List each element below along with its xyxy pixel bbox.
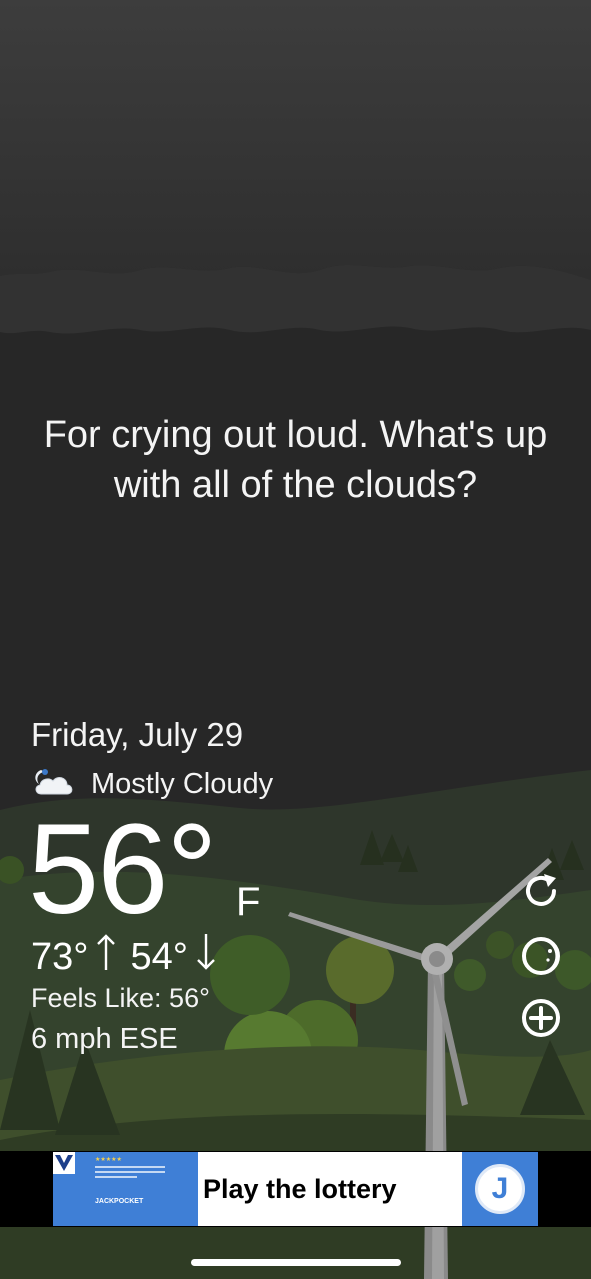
add-location-icon [520,997,562,1044]
home-indicator[interactable] [191,1259,401,1266]
high-temp: 73° [31,935,89,978]
date-label: Friday, July 29 [31,716,244,753]
ad-app-icon: J [475,1164,525,1214]
ad-cta-panel: Play the lottery [198,1152,462,1226]
add-location-button[interactable] [519,998,563,1042]
ad-promo-panel: ★★★★★ JACKPOCKET [53,1152,198,1226]
ad-brand: JACKPOCKET [95,1198,144,1205]
temperature-unit: F [236,880,261,924]
theme-button[interactable] [519,936,563,980]
ad-cta-text: Play the lottery [203,1173,397,1204]
condition-text: Mostly Cloudy [91,767,274,800]
weather-message: For crying out loud. What's up with all … [43,414,548,506]
ad-rating-stars-icon: ★★★★★ [95,1157,122,1163]
refresh-button[interactable] [519,871,563,915]
ad-fine-print [95,1166,165,1184]
up-arrow-icon [96,932,116,982]
moon-theme-icon [520,935,562,982]
ad-banner[interactable]: ★★★★★ JACKPOCKET Play the lottery J [53,1152,538,1226]
ad-logo-icon [53,1152,75,1174]
partly-cloudy-night-icon [31,766,75,803]
wind-info: 6 mph ESE [31,1023,178,1055]
refresh-icon [520,870,562,917]
current-temperature: 56° [28,798,218,941]
high-low-row: 73° 54° [31,932,216,982]
background-scene [0,0,591,1279]
feels-like: Feels Like: 56° [31,983,210,1013]
down-arrow-icon [196,932,216,982]
low-temp: 54° [130,935,188,978]
ad-app-icon-panel: J [462,1152,538,1226]
